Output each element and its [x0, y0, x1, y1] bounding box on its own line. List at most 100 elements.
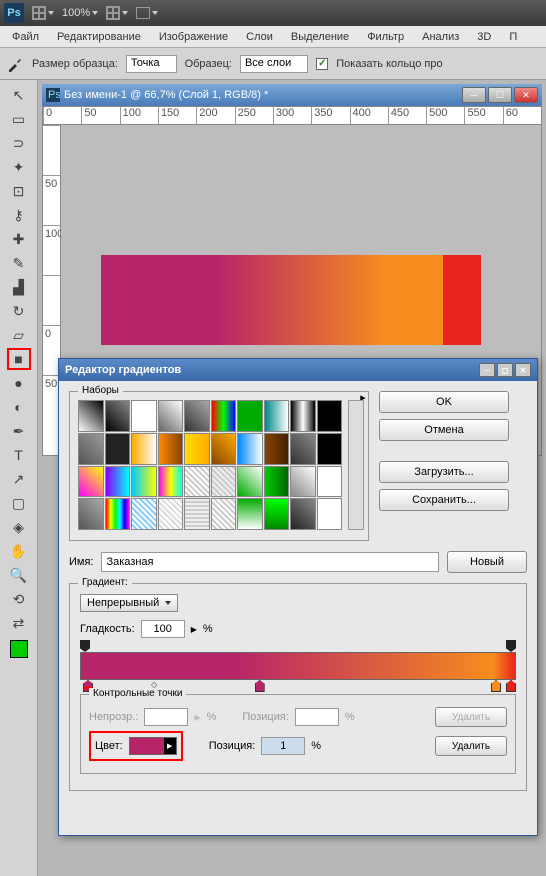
foreground-color[interactable] — [10, 640, 28, 658]
blur-tool[interactable]: ● — [7, 372, 31, 394]
preset-swatch[interactable] — [237, 466, 263, 498]
preset-swatch[interactable] — [290, 466, 316, 498]
color-stop-2[interactable] — [255, 680, 265, 692]
preset-swatch[interactable] — [131, 498, 157, 530]
stamp-tool[interactable]: ▟ — [7, 276, 31, 298]
eraser-tool[interactable]: ▱ — [7, 324, 31, 346]
opacity-stop-left[interactable] — [80, 640, 90, 652]
eyedropper-tool[interactable]: ⚷ — [7, 204, 31, 226]
document-titlebar[interactable]: Ps Без имени-1 @ 66,7% (Слой 1, RGB/8) *… — [42, 84, 542, 106]
menu-layers[interactable]: Слои — [238, 28, 281, 46]
save-button[interactable]: Сохранить... — [379, 489, 509, 511]
menu-select[interactable]: Выделение — [283, 28, 357, 46]
delete-color-button[interactable]: Удалить — [435, 736, 507, 756]
gradient-tool[interactable]: ■ — [7, 348, 31, 370]
preset-swatch[interactable] — [317, 433, 343, 465]
dialog-titlebar[interactable]: Редактор градиентов ─ ◻ ✕ — [59, 359, 537, 381]
smoothness-input[interactable] — [141, 620, 185, 638]
preset-swatch[interactable] — [237, 498, 263, 530]
color-stop-3[interactable] — [491, 680, 501, 692]
menu-filter[interactable]: Фильтр — [359, 28, 412, 46]
preset-swatch[interactable] — [237, 433, 263, 465]
dialog-close[interactable]: ✕ — [515, 363, 531, 377]
maximize-button[interactable]: ☐ — [488, 87, 512, 103]
minimize-button[interactable]: ─ — [462, 87, 486, 103]
preset-swatch[interactable] — [211, 433, 237, 465]
color-pos-input[interactable] — [261, 737, 305, 755]
opacity-stop-right[interactable] — [506, 640, 516, 652]
color-stop-4[interactable] — [506, 680, 516, 692]
preset-swatch[interactable] — [158, 433, 184, 465]
preset-swatch[interactable] — [158, 498, 184, 530]
gradient-bar[interactable]: ◇ — [80, 652, 516, 680]
menu-analysis[interactable]: Анализ — [414, 28, 467, 46]
ok-button[interactable]: OK — [379, 391, 509, 413]
preset-swatch[interactable] — [131, 400, 157, 432]
sample-source-select[interactable]: Все слои — [240, 55, 308, 73]
menu-file[interactable]: Файл — [4, 28, 47, 46]
shape-tool[interactable]: ▢ — [7, 492, 31, 514]
preset-swatch[interactable] — [264, 400, 290, 432]
dodge-tool[interactable]: ◐ — [7, 396, 31, 418]
menu-image[interactable]: Изображение — [151, 28, 236, 46]
healing-tool[interactable]: ✚ — [7, 228, 31, 250]
zoom-tool[interactable]: 🔍 — [7, 564, 31, 586]
ring-checkbox[interactable]: ✓ — [316, 58, 328, 70]
path-tool[interactable]: ↗ — [7, 468, 31, 490]
preset-swatch[interactable] — [317, 466, 343, 498]
color-picker-arrow-icon[interactable]: ▶ — [164, 738, 176, 754]
toolbar-docs-dropdown[interactable] — [32, 6, 54, 20]
preset-swatch[interactable] — [131, 433, 157, 465]
move-tool[interactable]: ↖ — [7, 84, 31, 106]
toolbar-screen-dropdown[interactable] — [136, 7, 158, 19]
preset-swatch[interactable] — [105, 400, 131, 432]
preset-swatch[interactable] — [237, 400, 263, 432]
preset-swatch[interactable] — [184, 400, 210, 432]
pen-tool[interactable]: ✒ — [7, 420, 31, 442]
preset-swatch[interactable] — [264, 498, 290, 530]
close-button[interactable]: ✕ — [514, 87, 538, 103]
preset-swatch[interactable] — [290, 433, 316, 465]
menu-3d[interactable]: 3D — [469, 28, 499, 46]
preset-swatch[interactable] — [264, 433, 290, 465]
color-swatch[interactable]: ▶ — [129, 737, 177, 755]
preset-swatch[interactable] — [105, 466, 131, 498]
marquee-tool[interactable]: ▭ — [7, 108, 31, 130]
preset-swatch[interactable] — [184, 433, 210, 465]
preset-swatch[interactable] — [78, 466, 104, 498]
swap-colors[interactable]: ⇄ — [7, 612, 31, 634]
preset-swatch[interactable] — [131, 466, 157, 498]
preset-swatch[interactable] — [264, 466, 290, 498]
preset-swatch[interactable] — [211, 466, 237, 498]
type-tool[interactable]: T — [7, 444, 31, 466]
menu-edit[interactable]: Редактирование — [49, 28, 149, 46]
toolbar-layout-dropdown[interactable] — [106, 6, 128, 20]
preset-swatch[interactable] — [78, 498, 104, 530]
preset-swatch[interactable] — [184, 498, 210, 530]
gradient-name-input[interactable] — [101, 552, 439, 572]
preset-swatch[interactable] — [105, 498, 131, 530]
preset-swatch[interactable] — [105, 433, 131, 465]
preset-swatch[interactable] — [290, 400, 316, 432]
smoothness-arrow-icon[interactable]: ▶ — [191, 625, 197, 634]
preset-swatch[interactable] — [317, 498, 343, 530]
crop-tool[interactable]: ⊡ — [7, 180, 31, 202]
cancel-button[interactable]: Отмена — [379, 419, 509, 441]
preset-swatch[interactable] — [290, 498, 316, 530]
load-button[interactable]: Загрузить... — [379, 461, 509, 483]
preset-swatch[interactable] — [158, 466, 184, 498]
3d-tool[interactable]: ◈ — [7, 516, 31, 538]
hand-tool[interactable]: ✋ — [7, 540, 31, 562]
preset-swatch[interactable] — [211, 498, 237, 530]
preset-swatch[interactable] — [158, 400, 184, 432]
wand-tool[interactable]: ✦ — [7, 156, 31, 178]
preset-swatch[interactable] — [78, 433, 104, 465]
presets-scrollbar[interactable] — [348, 400, 364, 530]
new-button[interactable]: Новый — [447, 551, 527, 573]
dialog-maximize[interactable]: ◻ — [497, 363, 513, 377]
preset-swatch[interactable] — [211, 400, 237, 432]
sample-size-select[interactable]: Точка — [126, 55, 177, 73]
dialog-minimize[interactable]: ─ — [479, 363, 495, 377]
menu-more[interactable]: П — [501, 28, 525, 46]
preset-swatch[interactable] — [78, 400, 104, 432]
